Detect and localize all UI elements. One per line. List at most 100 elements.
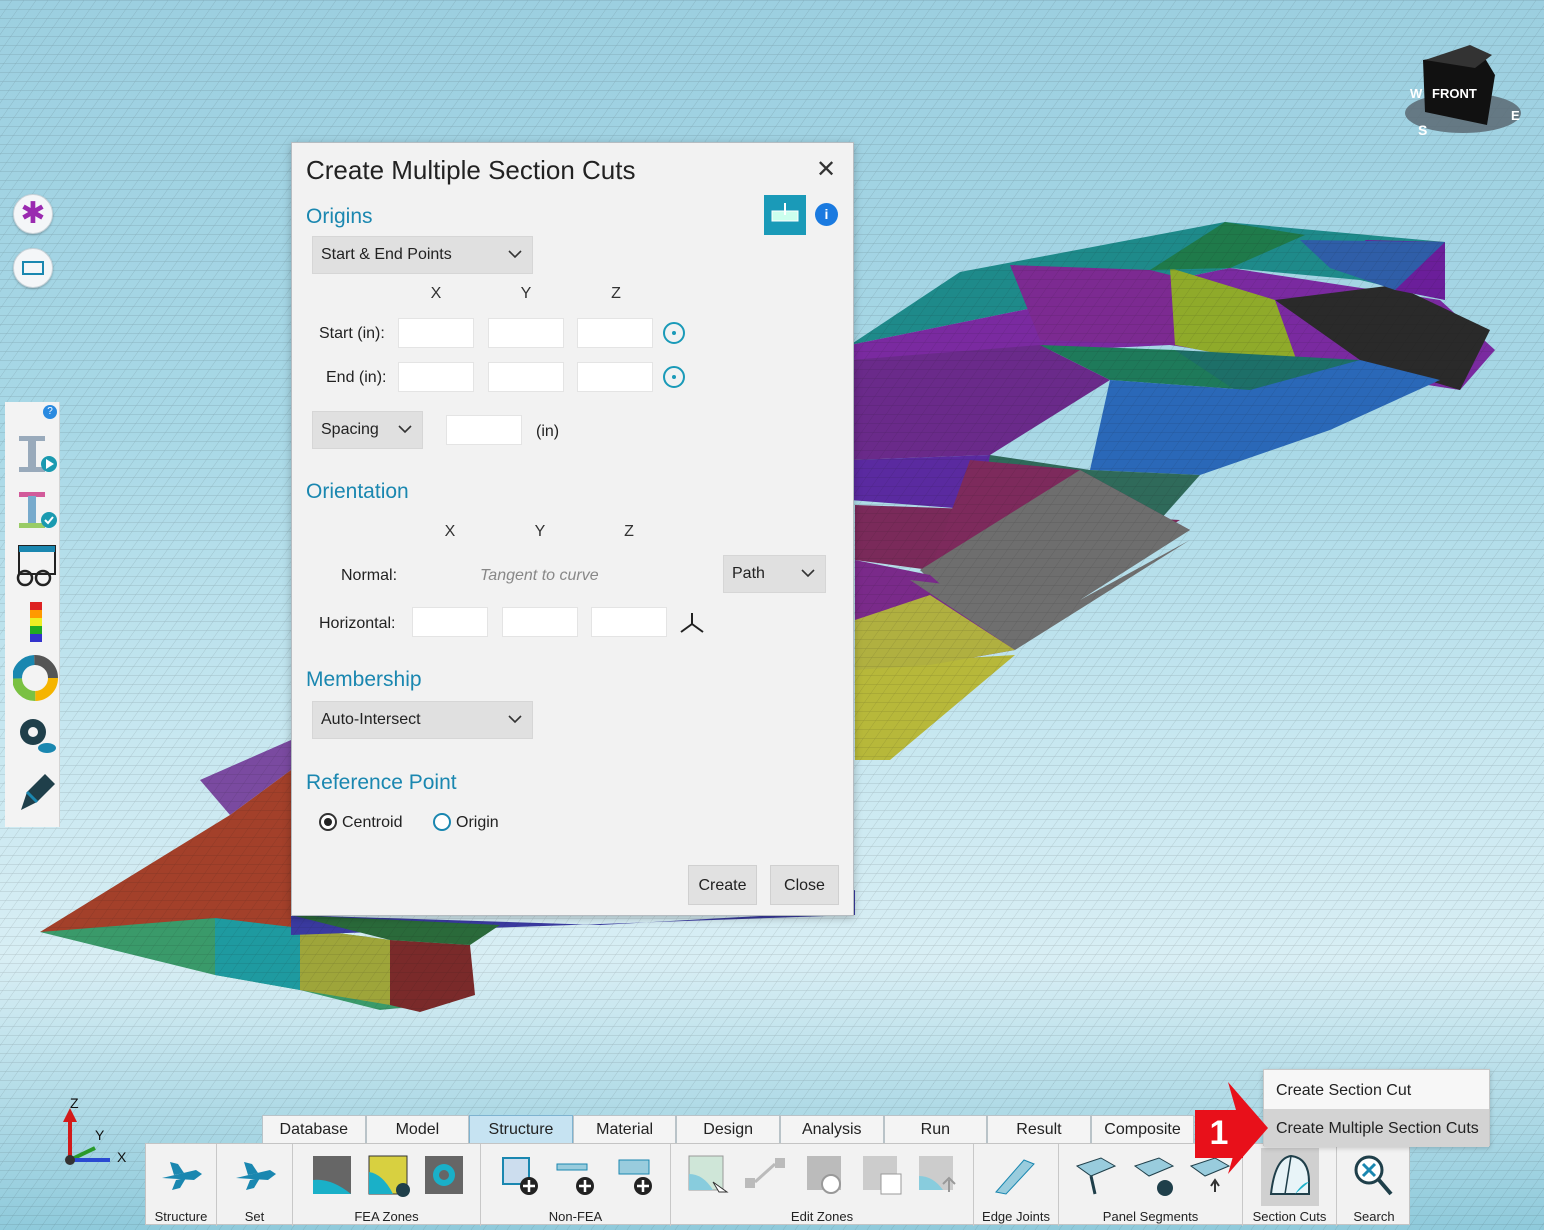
search-group[interactable]: Search: [1337, 1144, 1411, 1226]
svg-text:X: X: [117, 1149, 127, 1165]
centroid-label: Centroid: [342, 814, 403, 831]
structure-label: Structure: [154, 1209, 208, 1224]
tab-analysis[interactable]: Analysis: [779, 1115, 884, 1143]
split-zone-icon: [745, 1158, 785, 1188]
tab-run[interactable]: Run: [883, 1115, 988, 1143]
origin-label: Origin: [456, 814, 499, 831]
close-icon[interactable]: ✕: [816, 155, 836, 184]
non-fea-label: Non-FEA: [548, 1209, 603, 1224]
svg-text:Z: Z: [70, 1095, 79, 1111]
create-multiple-section-cuts-dialog: Create Multiple Section Cuts ✕ i Origins…: [291, 142, 854, 916]
set-label: Set: [244, 1209, 265, 1224]
create-button[interactable]: Create: [688, 865, 757, 905]
tab-model[interactable]: Model: [365, 1115, 470, 1143]
chevron-down-icon: [508, 715, 522, 724]
section-cuts-label: Section Cuts: [1252, 1209, 1327, 1224]
pick-from-screen-button[interactable]: [764, 195, 806, 235]
tab-database[interactable]: Database: [262, 1115, 366, 1143]
select-all-button[interactable]: ✱: [13, 194, 53, 234]
origin-radio[interactable]: [433, 813, 451, 831]
membership-mode-select[interactable]: Auto-Intersect: [312, 701, 533, 739]
edit-zones-label: Edit Zones: [790, 1209, 854, 1224]
tab-composite[interactable]: Composite: [1090, 1115, 1195, 1143]
normal-label: Normal:: [341, 567, 398, 584]
orientation-heading: Orientation: [306, 480, 409, 503]
svg-text:S: S: [1418, 122, 1427, 138]
non-fea-group[interactable]: Non-FEA: [481, 1144, 671, 1226]
spacing-field[interactable]: [446, 415, 522, 445]
centroid-radio[interactable]: [319, 813, 337, 831]
edge-joints-group[interactable]: Edge Joints: [974, 1144, 1059, 1226]
horizontal-label: Horizontal:: [319, 615, 396, 632]
callout-arrow-icon: [1228, 1082, 1268, 1174]
normal-mode-value: Path: [732, 565, 765, 582]
pen-icon[interactable]: [13, 766, 61, 814]
rotate-zone-icon: [807, 1156, 841, 1194]
orientation-x-label: X: [444, 523, 456, 540]
settings-view-icon[interactable]: [13, 710, 61, 758]
select-zone-icon: [688, 1155, 729, 1193]
left-toolbar: ?: [5, 402, 60, 827]
start-x-field[interactable]: [398, 318, 474, 348]
color-scale-icon[interactable]: [13, 598, 61, 646]
window-select-button[interactable]: [13, 248, 53, 288]
tab-material[interactable]: Material: [572, 1115, 677, 1143]
edge-joints-label: Edge Joints: [982, 1209, 1050, 1224]
spacing-mode-select[interactable]: Spacing: [312, 411, 423, 449]
search-label: Search: [1353, 1209, 1395, 1224]
edit-zones-group[interactable]: Edit Zones: [671, 1144, 974, 1226]
spacing-unit-label: (in): [536, 423, 560, 440]
menu-item-create-multiple-section-cuts[interactable]: Create Multiple Section Cuts: [1264, 1109, 1489, 1147]
help-icon[interactable]: ?: [43, 405, 57, 419]
menu-item-create-section-cut[interactable]: Create Section Cut: [1264, 1071, 1489, 1109]
dialog-title: Create Multiple Section Cuts: [306, 155, 636, 185]
svg-text:E: E: [1511, 108, 1520, 123]
viewcube-front-label: FRONT: [1432, 86, 1477, 101]
horizontal-y-field[interactable]: [502, 607, 578, 637]
add-beam-icon: [556, 1163, 594, 1195]
info-icon[interactable]: i: [815, 203, 838, 226]
set-group[interactable]: Set: [217, 1144, 293, 1226]
end-y-field[interactable]: [488, 362, 564, 392]
beam-check-icon[interactable]: [13, 486, 61, 534]
fea-zones-group[interactable]: FEA Zones: [293, 1144, 481, 1226]
svg-text:Y: Y: [95, 1127, 105, 1143]
structure-group[interactable]: Structure: [146, 1144, 217, 1226]
search-icon: [1354, 1155, 1393, 1196]
color-wheel-icon[interactable]: [13, 654, 61, 702]
membership-heading: Membership: [306, 668, 422, 691]
tab-result[interactable]: Result: [987, 1115, 1091, 1143]
pick-point-icon[interactable]: [662, 365, 686, 389]
end-z-field[interactable]: [577, 362, 653, 392]
pick-point-icon[interactable]: [662, 321, 686, 345]
add-panel-icon: [618, 1159, 652, 1195]
end-x-field[interactable]: [398, 362, 474, 392]
normal-value: Tangent to curve: [480, 567, 599, 584]
airplane-set-icon: [236, 1162, 276, 1190]
glasses-icon[interactable]: [13, 542, 61, 590]
horizontal-z-field[interactable]: [591, 607, 667, 637]
origins-mode-select[interactable]: Start & End Points: [312, 236, 533, 274]
close-button[interactable]: Close: [770, 865, 839, 905]
start-z-field[interactable]: [577, 318, 653, 348]
panel-segment-auto-icon: [1133, 1157, 1175, 1196]
origins-z-label: Z: [611, 285, 621, 302]
rectangle-icon: [22, 261, 44, 275]
start-y-field[interactable]: [488, 318, 564, 348]
tab-design[interactable]: Design: [676, 1115, 780, 1143]
orientation-y-label: Y: [534, 523, 546, 540]
vector-triad-icon[interactable]: [678, 610, 706, 636]
tab-structure[interactable]: Structure: [469, 1115, 573, 1143]
spacing-mode-value: Spacing: [321, 421, 379, 438]
reference-point-heading: Reference Point: [306, 771, 457, 794]
section-cuts-menu: Create Section Cut Create Multiple Secti…: [1263, 1069, 1490, 1147]
origins-x-label: X: [430, 285, 442, 302]
grid-zone-icon: [863, 1156, 902, 1195]
chevron-down-icon: [508, 250, 522, 259]
normal-mode-select[interactable]: Path: [723, 555, 826, 593]
airplane-icon: [162, 1162, 202, 1190]
beam-play-icon[interactable]: [13, 430, 61, 478]
origins-heading: Origins: [306, 205, 373, 228]
plane-pick-icon: [771, 203, 799, 222]
horizontal-x-field[interactable]: [412, 607, 488, 637]
